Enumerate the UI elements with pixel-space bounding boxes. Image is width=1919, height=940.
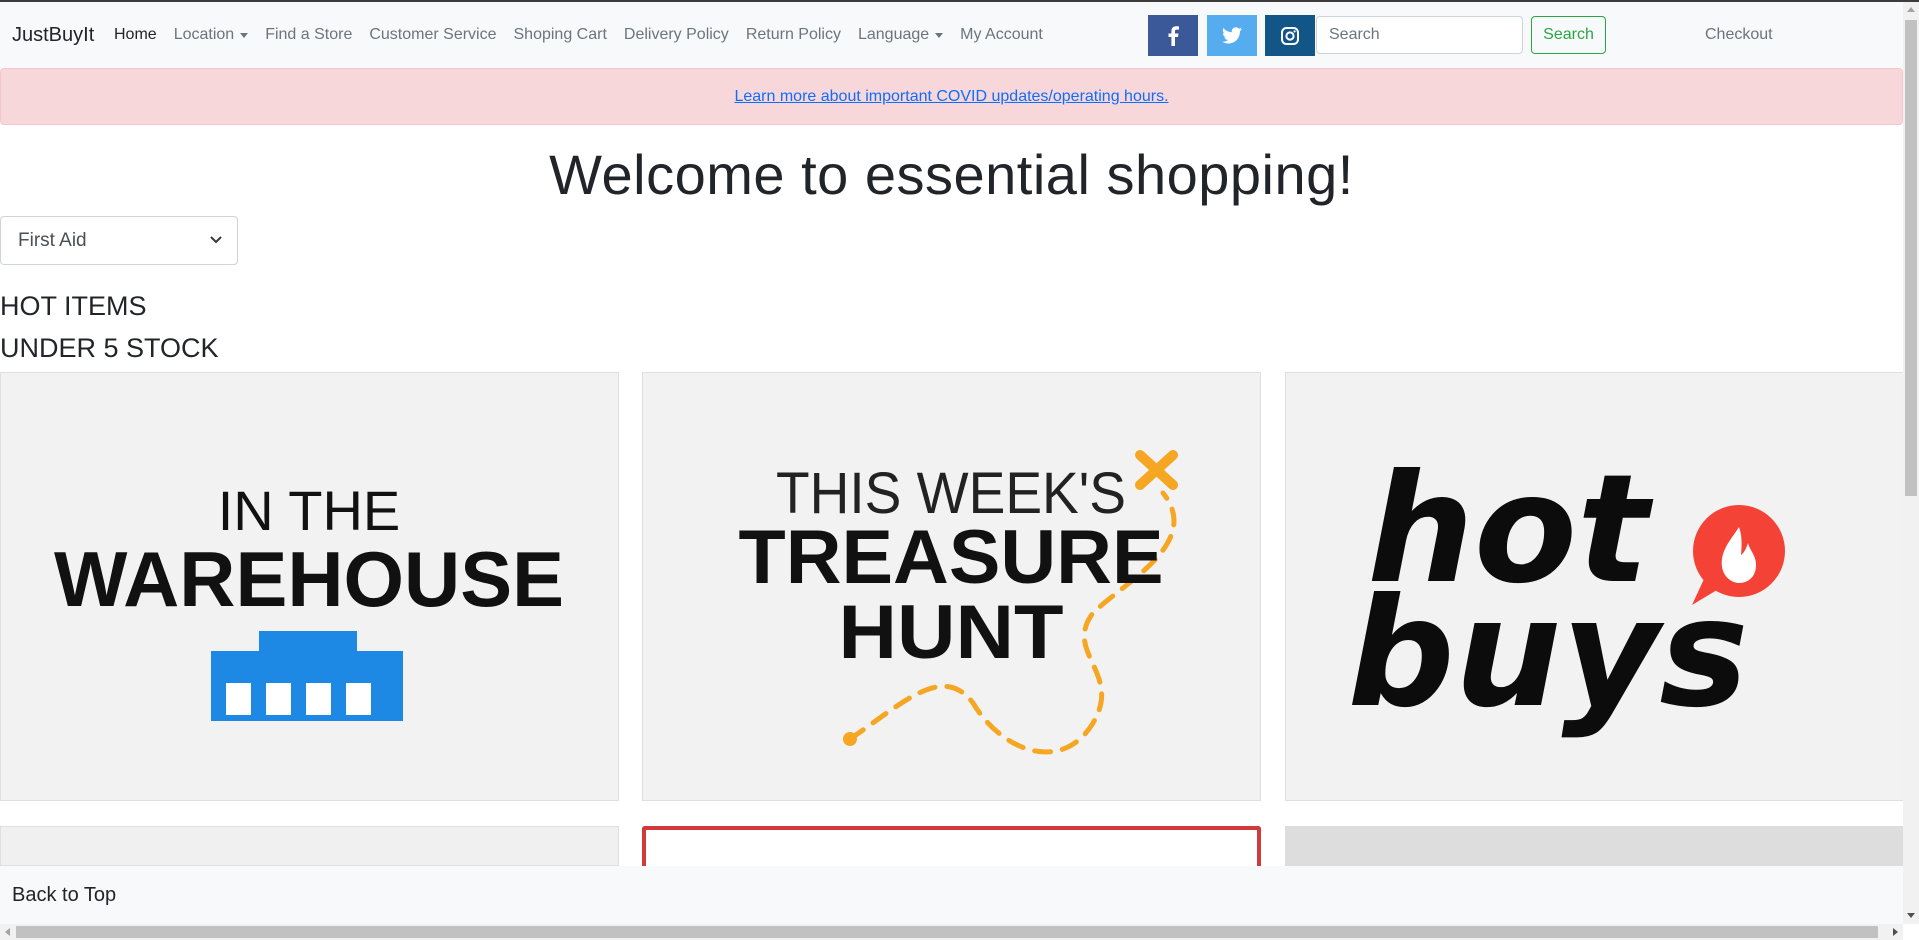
nav-home-label: Home (114, 26, 157, 43)
nav-home[interactable]: Home (114, 26, 157, 44)
search-input[interactable] (1316, 16, 1523, 54)
nav-shopping-cart-label: Shoping Cart (513, 26, 607, 43)
caret-down-icon (240, 32, 249, 38)
nav-shopping-cart[interactable]: Shoping Cart (514, 26, 607, 44)
search-button[interactable]: Search (1531, 16, 1606, 54)
nav-customer-service-label: Customer Service (369, 26, 497, 43)
nav-location-label: Location (173, 26, 235, 43)
scroll-left-arrow-icon[interactable] (5, 928, 10, 936)
scroll-down-arrow-icon[interactable] (1907, 913, 1915, 918)
nav-my-account-label: My Account (960, 26, 1043, 43)
under-stock-heading: UNDER 5 STOCK (0, 333, 219, 363)
navbar: JustBuyIt Home Location Find a Store Cus… (0, 2, 1903, 68)
brand-logo[interactable]: JustBuyIt (12, 24, 94, 47)
scroll-right-arrow-icon[interactable] (1893, 928, 1898, 936)
covid-alert: Learn more about important COVID updates… (0, 68, 1903, 125)
hot-buys-line2: buys (1347, 567, 1748, 741)
warehouse-logo: IN THE WAREHOUSE (54, 479, 564, 721)
footer: Back to Top (0, 866, 1903, 924)
nav-language-dropdown[interactable]: Language (857, 26, 944, 44)
nav-return-policy-label: Return Policy (745, 26, 841, 43)
back-to-top-link[interactable]: Back to Top (12, 884, 116, 907)
hot-items-heading: HOT ITEMS (0, 291, 147, 321)
category-select-value: First Aid (18, 229, 87, 251)
instagram-button[interactable] (1265, 15, 1315, 56)
warehouse-line1: IN THE (218, 479, 401, 542)
horizontal-scrollbar-thumb[interactable] (16, 926, 1878, 938)
nav-my-account[interactable]: My Account (960, 26, 1043, 44)
warehouse-card[interactable]: IN THE WAREHOUSE (0, 372, 619, 801)
product-card-partial[interactable] (1285, 826, 1904, 866)
warehouse-line2: WAREHOUSE (54, 535, 564, 623)
product-card-partial[interactable] (0, 826, 619, 866)
hot-buys-card[interactable]: hot buys (1285, 372, 1904, 801)
page-title: Welcome to essential shopping! (549, 143, 1354, 206)
treasure-hunt-logo: THIS WEEK'S TREASURE HUNT (739, 450, 1178, 755)
scroll-up-arrow-icon[interactable] (1907, 7, 1915, 12)
facebook-icon (1168, 25, 1179, 46)
vertical-scrollbar-thumb[interactable] (1905, 20, 1917, 496)
nav-find-store[interactable]: Find a Store (265, 26, 352, 44)
hot-buys-logo: hot buys (1347, 443, 1785, 741)
treasure-line3: HUNT (839, 590, 1064, 675)
twitter-icon (1222, 27, 1242, 44)
nav-location-dropdown[interactable]: Location (174, 26, 249, 44)
nav-return-policy[interactable]: Return Policy (746, 26, 841, 44)
flame-bubble-icon (1692, 505, 1785, 605)
treasure-hunt-card[interactable]: THIS WEEK'S TREASURE HUNT (642, 372, 1261, 801)
nav-links: Home Location Find a Store Customer Serv… (114, 26, 1060, 44)
caret-down-icon (935, 32, 944, 38)
x-mark-icon (1135, 450, 1178, 490)
product-card-partial[interactable] (642, 826, 1261, 866)
chevron-down-icon (210, 236, 222, 244)
nav-find-store-label: Find a Store (265, 26, 353, 43)
nav-customer-service[interactable]: Customer Service (369, 26, 496, 44)
warehouse-building-icon (211, 631, 403, 721)
nav-language-label: Language (857, 26, 930, 43)
covid-updates-link[interactable]: Learn more about important COVID updates… (734, 88, 1168, 106)
nav-delivery-policy[interactable]: Delivery Policy (624, 26, 729, 44)
category-select[interactable]: First Aid (0, 216, 238, 265)
checkout-link[interactable]: Checkout (1705, 26, 1773, 44)
facebook-button[interactable] (1148, 15, 1198, 56)
twitter-button[interactable] (1207, 15, 1257, 56)
treasure-line2: TREASURE (739, 515, 1164, 600)
nav-delivery-policy-label: Delivery Policy (623, 26, 729, 43)
instagram-icon (1281, 26, 1299, 45)
